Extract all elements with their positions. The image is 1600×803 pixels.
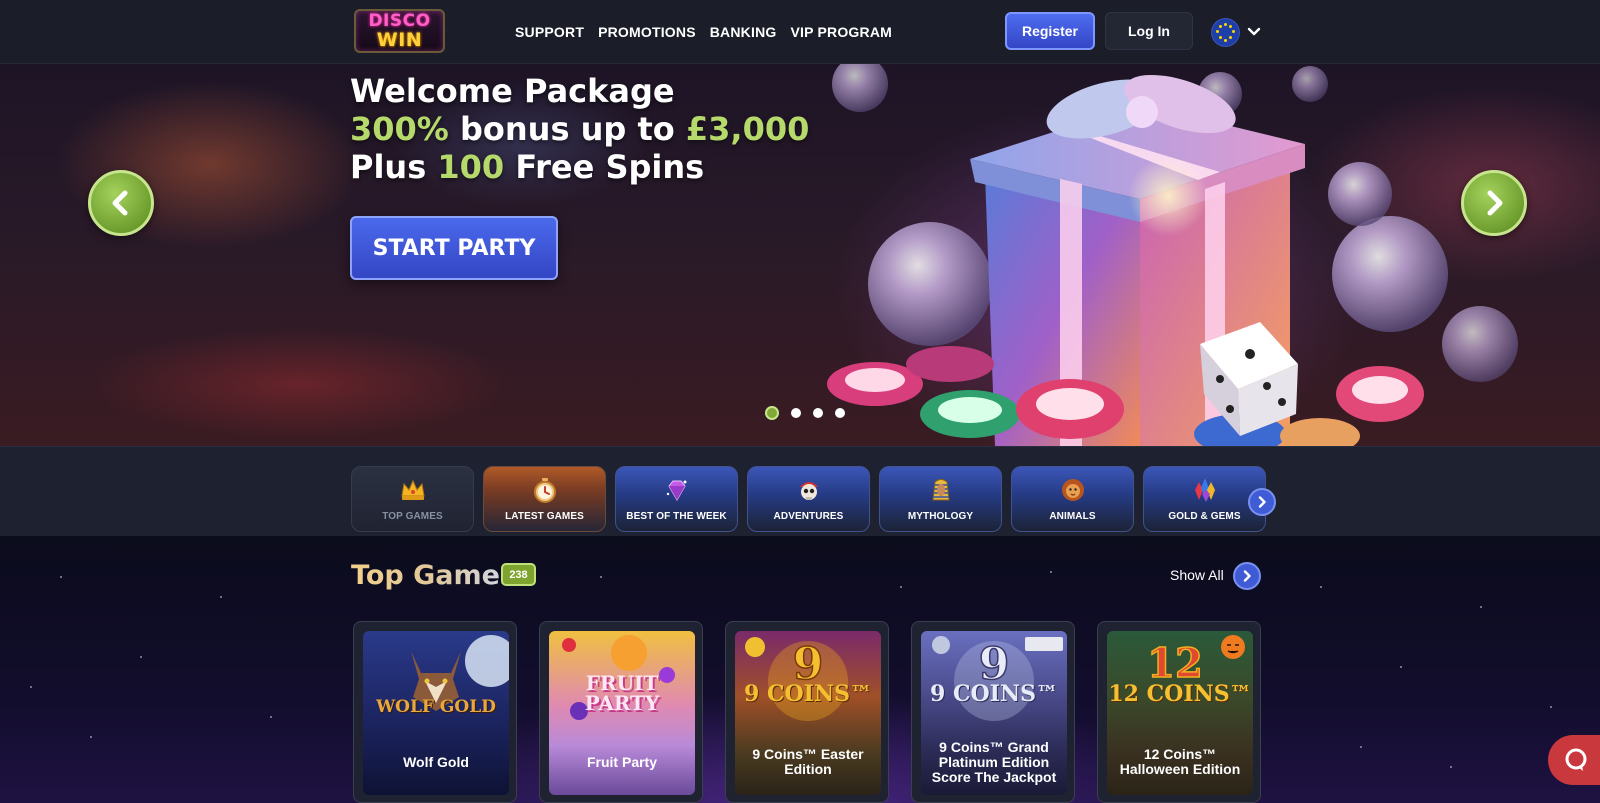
category-label: BEST OF THE WEEK (626, 511, 727, 522)
category-animals[interactable]: ANIMALS (1011, 466, 1134, 532)
logo-line-1: DISCO (368, 10, 431, 31)
game-thumbnail: 12 12 COINS™ 12 Coins™ Halloween Edition (1107, 631, 1253, 795)
category-adventures[interactable]: ADVENTURES (747, 466, 870, 532)
section-title: Top Games (351, 560, 517, 591)
category-bar: TOP GAMES LATEST GAMES BEST OF THE WEEK (0, 446, 1600, 536)
site-header: DISCO WIN SUPPORT PROMOTIONS BANKING VIP… (0, 0, 1600, 64)
slider-dot-2[interactable] (791, 408, 801, 418)
disco-win-logo[interactable]: DISCO WIN (354, 9, 445, 53)
hero-line-3-end: Free Spins (504, 148, 705, 186)
logo-line-2: WIN (376, 28, 423, 51)
start-party-button[interactable]: START PARTY (350, 216, 558, 280)
game-title: 9 Coins™ Grand Platinum Edition Score Th… (931, 738, 1057, 785)
game-logo-text: 9 COINS™ (930, 681, 1058, 707)
game-cards: WOLF GOLD Wolf Gold FRUIT PARTY Fruit Pa… (353, 621, 1261, 803)
category-top-games[interactable]: TOP GAMES (351, 466, 474, 532)
category-list: TOP GAMES LATEST GAMES BEST OF THE WEEK (351, 466, 1266, 532)
category-scroll-next-button[interactable] (1248, 488, 1276, 516)
hero-line-3-start: Plus (350, 148, 438, 186)
chevron-left-icon (112, 190, 128, 216)
slider-dot-1[interactable] (765, 406, 779, 420)
lion-icon (1061, 479, 1084, 501)
game-thumbnail: FRUIT PARTY Fruit Party (549, 631, 695, 795)
slider-prev-button[interactable] (88, 170, 154, 236)
bonus-amount: £3,000 (685, 110, 810, 148)
chevron-right-icon (1258, 496, 1266, 508)
game-title: 12 Coins™ Halloween Edition (1119, 746, 1241, 777)
hero-line-2: 300% bonus up to £3,000 (350, 110, 809, 148)
game-title: 9 Coins™ Easter Edition (752, 746, 864, 777)
slider-dot-4[interactable] (835, 408, 845, 418)
pharaoh-icon (931, 479, 950, 501)
language-selector[interactable] (1212, 17, 1266, 47)
show-all-link[interactable]: Show All (1170, 567, 1224, 583)
nav-vip-program[interactable]: VIP PROGRAM (790, 24, 892, 40)
hero-headline: Welcome Package 300% bonus up to £3,000 … (350, 72, 809, 186)
category-best-of-the-week[interactable]: BEST OF THE WEEK (615, 466, 738, 532)
live-chat-button[interactable] (1548, 735, 1600, 785)
category-latest-games[interactable]: LATEST GAMES (483, 466, 606, 532)
game-logo-text: 9 COINS™ (744, 681, 872, 707)
game-card-9-coins-easter[interactable]: 9 9 COINS™ 9 Coins™ Easter Edition (725, 621, 889, 803)
game-thumbnail: 9 9 COINS™ 9 Coins™ Easter Edition (735, 631, 881, 795)
stopwatch-icon (533, 478, 556, 503)
coins-icon: 12 (1146, 635, 1245, 688)
game-thumbnail: WOLF GOLD Wolf Gold (363, 631, 509, 795)
slider-dot-3[interactable] (813, 408, 823, 418)
top-games-section: Top Games 238 Show All WOLF GOLD Wolf Go… (0, 536, 1600, 803)
pirate-skull-icon (799, 482, 818, 500)
game-logo-text: WOLF GOLD (376, 697, 496, 717)
gems-icon (1194, 478, 1215, 502)
category-label: MYTHOLOGY (907, 511, 974, 522)
category-label: ANIMALS (1049, 511, 1096, 522)
slider-dots (765, 406, 845, 420)
category-label: TOP GAMES (382, 511, 443, 522)
show-all-button[interactable] (1233, 562, 1261, 590)
game-card-fruit-party[interactable]: FRUIT PARTY Fruit Party (539, 621, 703, 803)
coins-icon: 9 (932, 636, 1063, 721)
bonus-percent: 300% (350, 110, 449, 148)
game-title: Fruit Party (586, 753, 657, 770)
eu-flag-icon (1212, 18, 1239, 46)
chat-bubble-icon (1565, 748, 1587, 771)
login-button[interactable]: Log In (1105, 12, 1193, 50)
hero-line-3: Plus 100 Free Spins (350, 148, 809, 186)
chevron-right-icon (1487, 190, 1503, 216)
game-logo-text: FRUIT PARTY (584, 671, 660, 715)
category-label: LATEST GAMES (505, 511, 584, 522)
game-card-wolf-gold[interactable]: WOLF GOLD Wolf Gold (353, 621, 517, 803)
coins-art: 12 (1107, 631, 1253, 727)
nav-support[interactable]: SUPPORT (515, 24, 584, 40)
game-thumbnail: 9 9 COINS™ 9 Coins™ Grand Platinum Editi… (921, 631, 1067, 795)
game-logo-text: 12 COINS™ (1108, 681, 1252, 707)
slider-next-button[interactable] (1461, 170, 1527, 236)
games-count-badge: 238 (501, 563, 536, 586)
category-label: ADVENTURES (773, 511, 844, 522)
game-card-12-coins-halloween[interactable]: 12 12 COINS™ 12 Coins™ Halloween Edition (1097, 621, 1261, 803)
main-nav: SUPPORT PROMOTIONS BANKING VIP PROGRAM (515, 21, 892, 43)
register-button[interactable]: Register (1005, 12, 1095, 50)
coins-art: 9 (921, 631, 1067, 727)
category-mythology[interactable]: MYTHOLOGY (879, 466, 1002, 532)
nav-promotions[interactable]: PROMOTIONS (598, 24, 696, 40)
nav-banking[interactable]: BANKING (710, 24, 777, 40)
free-spins-count: 100 (437, 148, 505, 186)
chevron-right-icon (1243, 570, 1251, 582)
crown-icon (400, 479, 425, 500)
chevron-down-icon (1247, 27, 1261, 36)
game-title: Wolf Gold (403, 753, 469, 770)
coins-icon: 9 (745, 637, 848, 721)
hero-line-1: Welcome Package (350, 72, 675, 110)
svg-text:12: 12 (1147, 640, 1203, 687)
gift-box-illustration (827, 64, 1518, 446)
coins-art: 9 (735, 631, 881, 727)
hero-banner: Welcome Package 300% bonus up to £3,000 … (0, 64, 1600, 446)
gem-icon (666, 480, 686, 502)
category-label: GOLD & GEMS (1168, 511, 1241, 522)
game-card-9-coins-grand-platinum[interactable]: 9 9 COINS™ 9 Coins™ Grand Platinum Editi… (911, 621, 1075, 803)
hero-line-2-mid: bonus up to (448, 110, 686, 148)
